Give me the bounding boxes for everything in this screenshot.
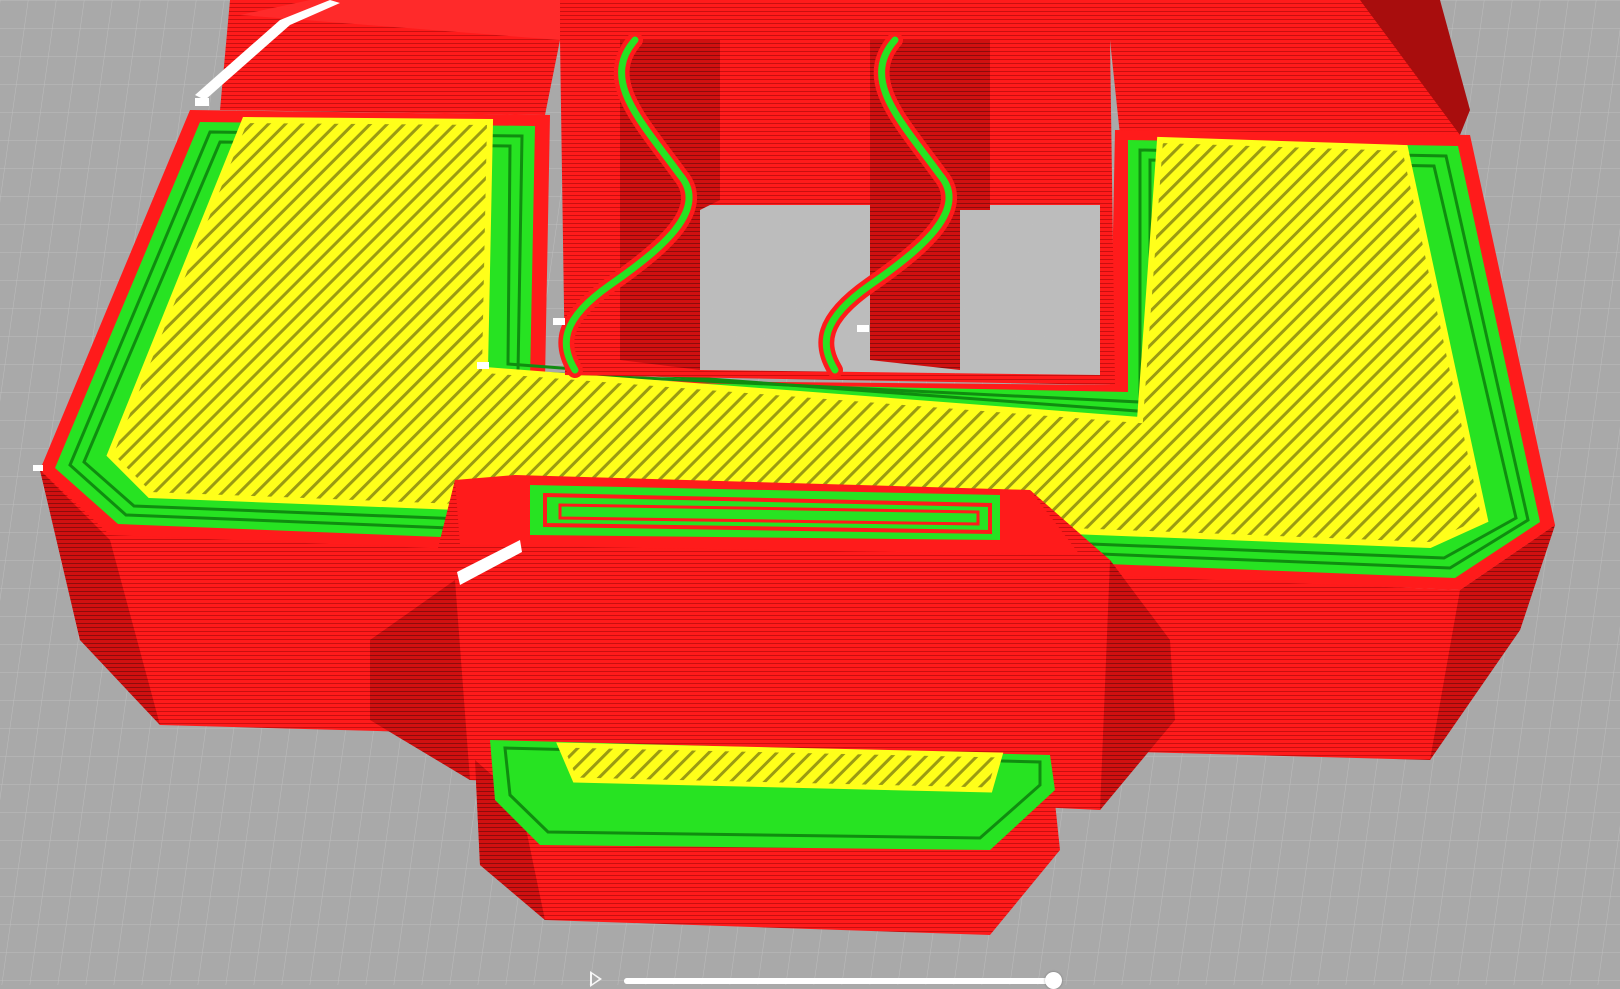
layer-slider-thumb[interactable] bbox=[1045, 972, 1062, 989]
layer-slider-fill bbox=[624, 978, 1054, 984]
gcode-preview-viewport[interactable] bbox=[0, 0, 1620, 985]
layer-slider-track[interactable] bbox=[624, 972, 1062, 989]
model-center-cavity bbox=[560, 40, 1115, 385]
model-front-tab bbox=[475, 740, 1060, 935]
layer-playback-control bbox=[590, 968, 1070, 989]
